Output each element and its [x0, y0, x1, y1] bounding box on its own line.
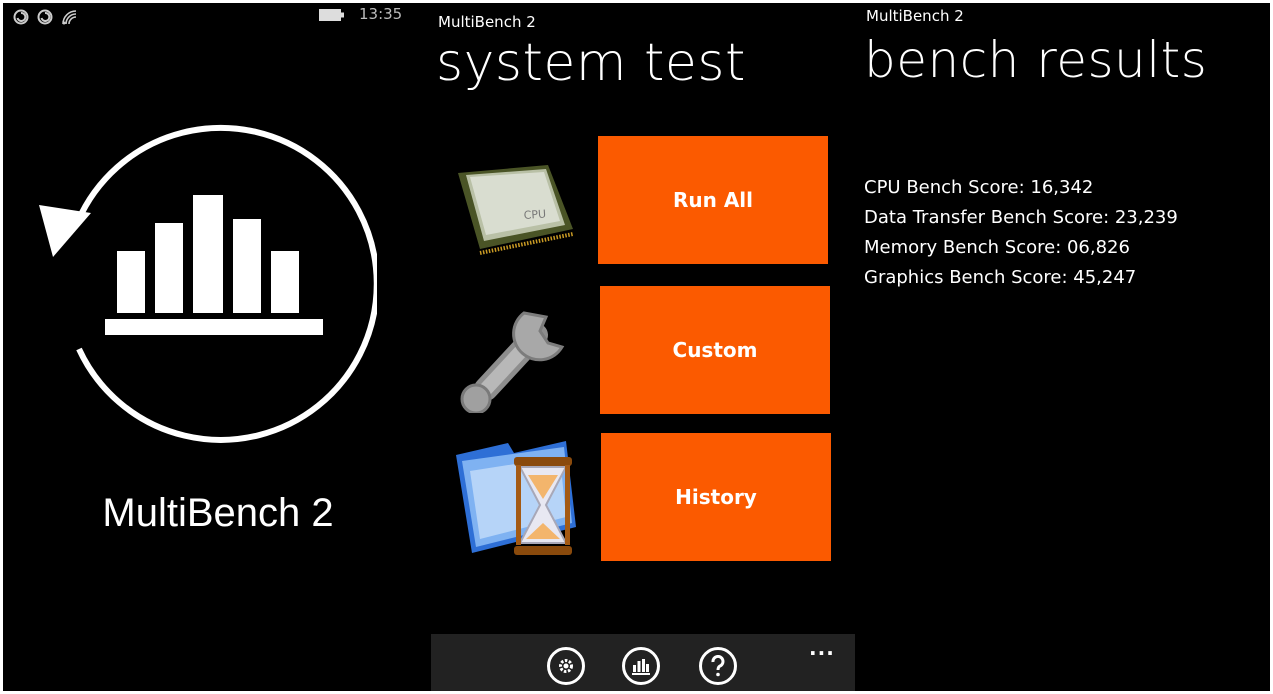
more-options-button[interactable]: ...	[809, 636, 835, 660]
chart-icon	[632, 659, 650, 675]
memory-score: Memory Bench Score: 06,826	[864, 237, 1130, 258]
wrench-icon	[460, 311, 565, 413]
custom-button[interactable]: Custom	[600, 286, 830, 414]
history-button[interactable]: History	[601, 433, 831, 561]
system-test-screen: MultiBench 2 system test CPU Run All Cus…	[428, 3, 858, 691]
help-icon	[711, 655, 725, 677]
cpu-chip-icon: CPU	[458, 165, 574, 255]
custom-label: Custom	[672, 338, 758, 362]
app-bar: ...	[431, 634, 855, 691]
signal-icon	[62, 10, 77, 25]
page-title: bench results	[864, 31, 1208, 89]
status-time: 13:35	[359, 5, 403, 23]
data-transfer-score: Data Transfer Bench Score: 23,239	[864, 207, 1178, 228]
refresh-bar-chart-icon	[39, 124, 377, 443]
help-button[interactable]	[699, 647, 737, 685]
screenshot-frame: 13:35 MultiBench 2 MultiBench 2 system t…	[3, 3, 1270, 691]
run-all-label: Run All	[672, 188, 754, 212]
run-all-button[interactable]: Run All	[598, 136, 828, 264]
page-title: system test	[436, 33, 746, 93]
notification-icon	[13, 9, 29, 25]
notification-icon	[37, 9, 53, 25]
app-title: MultiBench 2	[102, 491, 334, 535]
svg-text:CPU: CPU	[523, 207, 546, 222]
app-name: MultiBench 2	[438, 13, 536, 31]
cpu-score: CPU Bench Score: 16,342	[864, 177, 1094, 198]
splash-screen: 13:35 MultiBench 2	[3, 3, 428, 691]
battery-icon	[319, 9, 344, 21]
graphics-score: Graphics Bench Score: 45,247	[864, 267, 1137, 288]
history-label: History	[675, 485, 757, 509]
results-list: CPU Bench Score: 16,342 Data Transfer Be…	[864, 173, 1178, 293]
app-name: MultiBench 2	[866, 7, 964, 25]
results-button[interactable]	[622, 647, 660, 685]
settings-button[interactable]	[547, 647, 585, 685]
status-bar: 13:35	[3, 3, 428, 31]
settings-icon	[559, 659, 573, 673]
folder-hourglass-icon	[456, 441, 576, 555]
status-icons	[13, 9, 77, 25]
bench-results-screen: MultiBench 2 bench results CPU Bench Sco…	[858, 3, 1270, 691]
